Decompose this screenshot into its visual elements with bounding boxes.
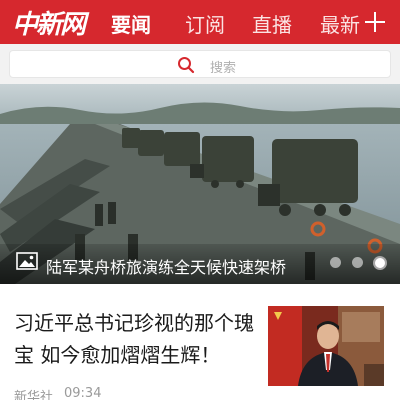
article-thumbnail[interactable] [268, 306, 384, 386]
search-placeholder: 搜索 [210, 61, 237, 76]
article-title[interactable]: 习近平总书记珍视的那个瑰宝 如今愈加熠熠生辉！ [14, 307, 260, 371]
search-area: 搜索 [0, 44, 400, 84]
top-nav-bar: 中新网 要闻 订阅 直播 最新 [0, 0, 400, 44]
tab-latest[interactable]: 最新 [320, 9, 360, 38]
article-source: 新华社 [14, 390, 54, 400]
carousel-dot[interactable] [330, 257, 341, 268]
banner-caption[interactable]: 陆军某舟桥旅演练全天候快速架桥 [46, 254, 286, 278]
tab-subscribe[interactable]: 订阅 [185, 9, 225, 38]
tab-headlines[interactable]: 要闻 [111, 9, 151, 38]
app-logo: 中新网 [12, 10, 86, 40]
add-channel-icon[interactable] [365, 12, 385, 32]
carousel-dot[interactable] [352, 257, 363, 268]
carousel-dot-active[interactable] [373, 256, 387, 270]
image-icon [16, 252, 38, 270]
search-icon [178, 57, 195, 74]
article-time: 09:34 [64, 386, 102, 400]
search-input[interactable]: 搜索 [9, 50, 391, 78]
tab-live[interactable]: 直播 [252, 9, 292, 38]
